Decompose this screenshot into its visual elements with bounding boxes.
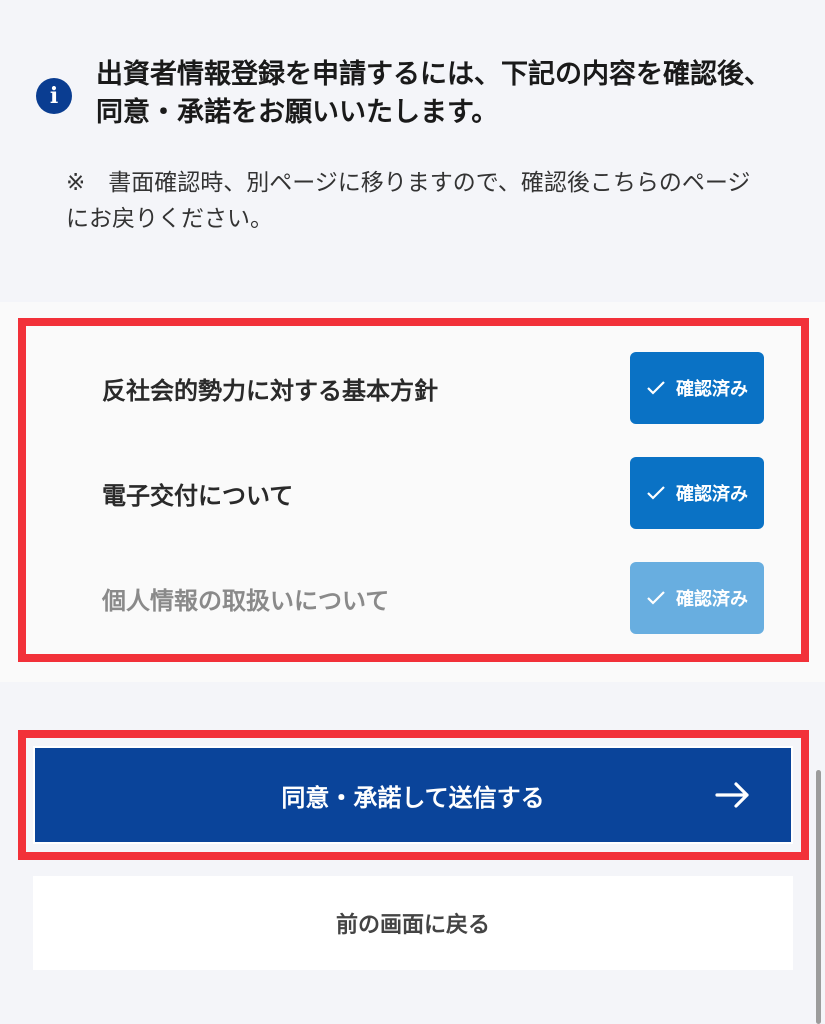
info-icon: i	[36, 78, 72, 114]
highlight-frame-checks	[18, 318, 809, 662]
notice-note: ※ 書面確認時、別ページに移りますので、確認後こちらのページにお戻りください。	[66, 170, 751, 232]
highlight-frame-submit	[18, 730, 809, 860]
scrollbar[interactable]	[816, 770, 821, 1024]
back-button[interactable]: 前の画面に戻る	[33, 876, 793, 970]
notice-title: 出資者情報登録を申請するには、下記の内容を確認後、同意・承諾をお願いいたします。	[96, 59, 771, 128]
back-label: 前の画面に戻る	[335, 913, 490, 938]
notice-panel: i 出資者情報登録を申請するには、下記の内容を確認後、同意・承諾をお願いいたしま…	[0, 0, 825, 300]
